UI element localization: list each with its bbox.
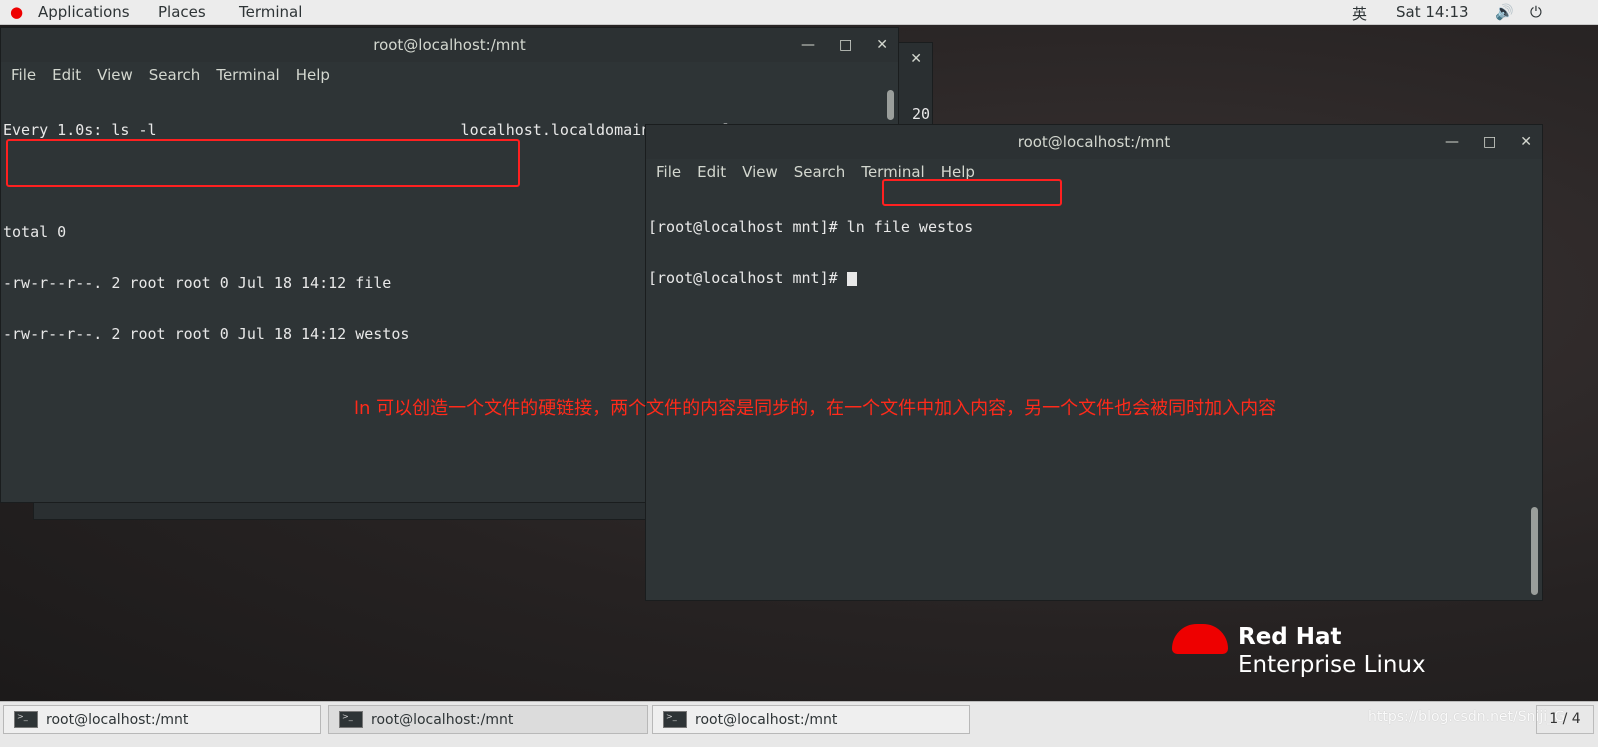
task-label: root@localhost:/mnt bbox=[371, 711, 514, 728]
terminal-icon: >_ bbox=[339, 711, 363, 728]
task-label: root@localhost:/mnt bbox=[695, 711, 838, 728]
menu-file[interactable]: File bbox=[656, 163, 681, 181]
terminal-icon: >_ bbox=[663, 711, 687, 728]
input-method-indicator[interactable]: 英 bbox=[1352, 3, 1367, 24]
close-icon[interactable]: ✕ bbox=[876, 28, 888, 62]
power-icon[interactable]: ⏻ bbox=[1530, 3, 1542, 21]
maximize-icon[interactable]: □ bbox=[839, 28, 852, 62]
minimize-icon[interactable]: — bbox=[801, 28, 815, 62]
menu-terminal[interactable]: Terminal bbox=[216, 66, 279, 84]
watch-command: Every 1.0s: ls -l bbox=[3, 121, 157, 139]
menu-search[interactable]: Search bbox=[794, 163, 846, 181]
terminal-icon: >_ bbox=[14, 711, 38, 728]
taskbar: >_ root@localhost:/mnt >_ root@localhost:/… bbox=[0, 701, 1598, 747]
terminal-window-shell[interactable]: root@localhost:/mnt — □ ✕ File Edit View Sear… bbox=[645, 124, 1543, 601]
annotation-text: ln 可以创造一个文件的硬链接，两个文件的内容是同步的，在一个文件中加入内容，另… bbox=[354, 398, 1277, 419]
close-icon[interactable]: ✕ bbox=[910, 51, 922, 67]
logo-text: Red Hat bbox=[1238, 624, 1342, 650]
menu-view[interactable]: View bbox=[97, 66, 133, 84]
menu-edit[interactable]: Edit bbox=[697, 163, 726, 181]
window-title: root@localhost:/mnt bbox=[373, 36, 526, 54]
menu-view[interactable]: View bbox=[742, 163, 778, 181]
terminal-menu[interactable]: Terminal bbox=[239, 3, 302, 21]
places-menu[interactable]: Places bbox=[158, 3, 206, 21]
clock[interactable]: Sat 14:13 bbox=[1396, 3, 1469, 21]
menu-help[interactable]: Help bbox=[296, 66, 330, 84]
task-button[interactable]: >_ root@localhost:/mnt bbox=[3, 705, 321, 734]
task-button[interactable]: >_ root@localhost:/mnt bbox=[328, 705, 648, 734]
scrollbar[interactable] bbox=[887, 90, 894, 120]
redhat-hat-icon: ● bbox=[10, 3, 24, 21]
volume-icon[interactable]: 🔊 bbox=[1495, 3, 1514, 21]
terminal-output[interactable]: [root@localhost mnt]# ln file westos [ro… bbox=[646, 179, 1542, 600]
menu-file[interactable]: File bbox=[11, 66, 36, 84]
scrollbar[interactable] bbox=[1531, 507, 1538, 595]
workspace-switcher[interactable]: 1 / 4 bbox=[1536, 705, 1594, 734]
highlight-box bbox=[6, 139, 520, 187]
partial-text: 20 bbox=[911, 105, 930, 123]
cursor bbox=[846, 271, 857, 286]
command: ln file westos bbox=[837, 218, 974, 236]
applications-menu[interactable]: Applications bbox=[38, 3, 130, 21]
prompt: [root@localhost mnt]# bbox=[648, 218, 838, 236]
menu-edit[interactable]: Edit bbox=[52, 66, 81, 84]
prompt: [root@localhost mnt]# bbox=[648, 269, 838, 287]
close-icon[interactable]: ✕ bbox=[1520, 125, 1532, 159]
task-button[interactable]: >_ root@localhost:/mnt bbox=[652, 705, 970, 734]
logo-subtext: Enterprise Linux bbox=[1238, 652, 1426, 678]
menu-search[interactable]: Search bbox=[149, 66, 201, 84]
maximize-icon[interactable]: □ bbox=[1483, 125, 1496, 159]
minimize-icon[interactable]: — bbox=[1445, 125, 1459, 159]
task-label: root@localhost:/mnt bbox=[46, 711, 189, 728]
highlight-box bbox=[882, 179, 1062, 206]
window-title: root@localhost:/mnt bbox=[1017, 133, 1171, 151]
top-bar: ● Applications Places Terminal 英 Sat 14:… bbox=[0, 0, 1598, 25]
